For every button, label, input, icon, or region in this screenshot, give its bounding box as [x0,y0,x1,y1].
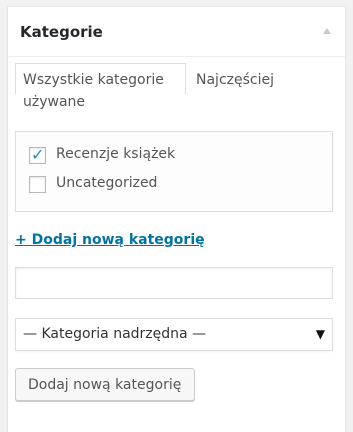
category-label: Uncategorized [56,175,158,191]
new-category-name-input[interactable] [15,267,333,299]
tab-most-used-label-line2[interactable]: używane [23,94,85,110]
category-label: Recenzje książek [56,146,176,162]
category-checklist-panel [15,131,333,212]
checkmark-icon: ✓ [31,145,45,164]
tab-all-categories-label[interactable]: Wszystkie kategorie [23,72,164,88]
add-new-category-button[interactable]: Dodaj nową kategorię [15,368,195,401]
add-new-category-button-label: Dodaj nową kategorię [28,377,182,393]
metabox-title: Kategorie [20,23,103,41]
collapse-arrow-icon[interactable] [323,28,331,34]
category-checkbox[interactable] [29,176,46,193]
parent-category-select[interactable]: — Kategoria nadrzędna — ▼ [15,318,333,351]
metabox-header[interactable]: Kategorie [8,7,345,57]
dropdown-arrow-icon: ▼ [315,327,325,341]
category-checkbox[interactable]: ✓ [29,145,46,164]
tab-most-used-label-line1[interactable]: Najczęściej [196,72,274,88]
add-new-category-link[interactable]: + Dodaj nową kategorię [15,232,205,248]
parent-category-selected-value: — Kategoria nadrzędna — [23,326,207,342]
